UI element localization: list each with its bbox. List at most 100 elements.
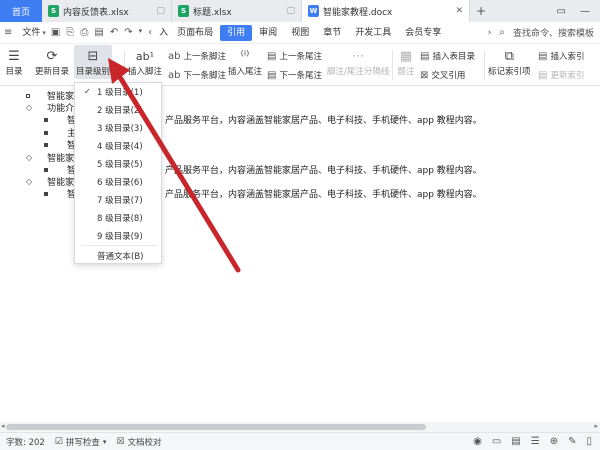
undo-icon[interactable]: ↶ bbox=[110, 27, 118, 38]
menu-page-layout[interactable]: 页面布局 bbox=[170, 25, 220, 41]
menu-references[interactable]: 引用 bbox=[220, 24, 253, 41]
toc-level-option-4[interactable]: 4 级目录(4) bbox=[75, 137, 161, 154]
web-view-icon[interactable]: ⊕ bbox=[550, 436, 558, 447]
divider bbox=[392, 50, 393, 80]
tab-xlsx-2[interactable]: S 标题.xlsx ▢ bbox=[172, 0, 302, 22]
search-command-input[interactable]: 查找命令、搜索模板 bbox=[513, 26, 594, 39]
paragraph-text: 产品服务平台，内容涵盖智能家居产品、电子科技、手机硬件、app 教程内容。 bbox=[165, 166, 482, 176]
toc-button[interactable]: ☰ 目录 bbox=[4, 47, 24, 78]
tab-docx[interactable]: W 智能家教程.docx ✕ bbox=[302, 0, 470, 22]
window-layout-icon[interactable]: ▭ bbox=[557, 6, 566, 17]
menu-bar: ≡ 文件 ▾ ▣ ⎘ ⎙ ▤ ↶ ↷ ▾ ‹ 入 页面布局 引用 审阅 视图 章… bbox=[0, 22, 600, 44]
toc-level-option-8[interactable]: 8 级目录(8) bbox=[75, 209, 161, 226]
next-endnote-button[interactable]: ▤ 下一条尾注 bbox=[267, 69, 322, 82]
normal-text-option[interactable]: 普通文本(B) bbox=[75, 247, 161, 264]
eye-icon[interactable]: ◉ bbox=[473, 436, 482, 447]
quick-access: ▣ ⎘ ⎙ ▤ ↶ ↷ ▾ ‹ bbox=[46, 27, 157, 38]
mark-index-label: 标记索引项 bbox=[488, 67, 531, 77]
new-tab-button[interactable]: + bbox=[470, 0, 492, 22]
insert-index-button[interactable]: ▤ 插入索引 bbox=[538, 50, 584, 63]
toc-level-option-9[interactable]: 9 级目录(9) bbox=[75, 227, 161, 244]
insert-endnote-button[interactable]: ⁽ⁱ⁾ 插入尾注 bbox=[228, 47, 262, 78]
footnote-separator-button[interactable]: ⋯ 脚注/尾注分隔线 bbox=[327, 47, 389, 78]
proofread-button[interactable]: ☒ 文档校对 bbox=[116, 436, 161, 448]
update-index-icon: ▤ bbox=[538, 69, 548, 81]
checkbox-checked-icon: ☑ bbox=[54, 436, 63, 447]
option-label: 9 级目录(9) bbox=[97, 231, 143, 242]
status-bar: 字数: 202 ☑ 拼写检查 ▾ ☒ 文档校对 ◉ ▭ ▤ ☰ ⊕ ✎ ▯ bbox=[0, 432, 600, 450]
menu-view[interactable]: 视图 bbox=[284, 25, 316, 41]
tab-bar: 首页 S 内容反馈表.xlsx ▢ S 标题.xlsx ▢ W 智能家教程.do… bbox=[0, 0, 600, 22]
dot-bullet-icon bbox=[44, 142, 48, 147]
tab-label: 内容反馈表.xlsx bbox=[63, 7, 129, 18]
tab-more-icon[interactable]: ▢ bbox=[156, 6, 165, 16]
scroll-right-icon[interactable]: ▸ bbox=[594, 422, 598, 430]
option-label: 6 级目录(6) bbox=[97, 177, 143, 188]
chevron-left-icon[interactable]: ‹ bbox=[148, 27, 152, 38]
menu-right: › ⌕ 查找命令、搜索模板 bbox=[488, 26, 600, 39]
toc-level-option-6[interactable]: 6 级目录(6) bbox=[75, 173, 161, 190]
caption-button[interactable]: ▦ 题注 bbox=[396, 47, 416, 78]
layout-icon[interactable]: ▭ bbox=[492, 436, 501, 447]
tab-label: 标题.xlsx bbox=[193, 7, 232, 18]
horizontal-scrollbar[interactable]: ◂ ▸ bbox=[0, 422, 600, 432]
prev-footnote-button[interactable]: ab 上一条脚注 bbox=[168, 50, 226, 63]
update-index-button[interactable]: ▤ 更新索引 bbox=[538, 69, 584, 82]
preview-icon[interactable]: ▤ bbox=[94, 27, 103, 38]
export-icon[interactable]: ⎘ bbox=[66, 27, 74, 38]
prev-endnote-button[interactable]: ▤ 上一条尾注 bbox=[267, 50, 322, 63]
mark-index-button[interactable]: ⧉ 标记索引项 bbox=[488, 47, 531, 78]
scrollbar-thumb[interactable] bbox=[6, 424, 426, 430]
menu-member[interactable]: 会员专享 bbox=[398, 25, 448, 41]
tab-xlsx-1[interactable]: S 内容反馈表.xlsx ▢ bbox=[42, 0, 172, 22]
menu-developer[interactable]: 开发工具 bbox=[348, 25, 398, 41]
update-toc-button[interactable]: ⟳ 更新目录 bbox=[35, 47, 70, 78]
reading-icon[interactable]: ▯ bbox=[586, 436, 592, 447]
toc-level-option-5[interactable]: 5 级目录(5) bbox=[75, 155, 161, 172]
option-label: 5 级目录(5) bbox=[97, 159, 143, 170]
home-tab[interactable]: 首页 bbox=[0, 0, 42, 22]
next-footnote-icon: ab bbox=[168, 69, 181, 81]
tab-label: 智能家教程.docx bbox=[323, 7, 393, 18]
toc-level-button[interactable]: ⊟ 目录级别 bbox=[74, 45, 113, 79]
dot-bullet-icon bbox=[44, 130, 48, 135]
menu-section[interactable]: 章节 bbox=[316, 25, 348, 41]
save-icon[interactable]: ▣ bbox=[51, 27, 60, 38]
square-bullet-icon bbox=[26, 93, 30, 98]
toc-level-option-2[interactable]: 2 级目录(2) bbox=[75, 101, 161, 118]
search-icon[interactable]: ⌕ bbox=[499, 27, 505, 38]
option-label: 7 级目录(7) bbox=[97, 195, 143, 206]
insert-footnote-button[interactable]: ab¹ 插入脚注 bbox=[128, 47, 162, 78]
menu-insert-tail[interactable]: 入 bbox=[157, 25, 170, 41]
spellcheck-button[interactable]: ☑ 拼写检查 ▾ bbox=[55, 436, 107, 448]
print-icon[interactable]: ⎙ bbox=[80, 27, 88, 38]
page-view-icon[interactable]: ▤ bbox=[511, 436, 520, 447]
dot-bullet-icon bbox=[44, 167, 48, 172]
edit-icon[interactable]: ✎ bbox=[568, 436, 576, 447]
menu-review[interactable]: 审阅 bbox=[252, 25, 284, 41]
prev-footnote-label: 上一条脚注 bbox=[183, 52, 226, 62]
toc-level-option-3[interactable]: 3 级目录(3) bbox=[75, 119, 161, 136]
toc-level-option-7[interactable]: 7 级目录(7) bbox=[75, 191, 161, 208]
word-count[interactable]: 字数: 202 bbox=[6, 436, 45, 448]
redo-icon[interactable]: ↷ bbox=[124, 27, 132, 38]
next-footnote-button[interactable]: ab 下一条脚注 bbox=[168, 69, 226, 82]
hamburger-icon[interactable]: ≡ bbox=[4, 27, 15, 38]
chevron-down-icon[interactable]: ▾ bbox=[139, 27, 143, 38]
status-right: ◉ ▭ ▤ ☰ ⊕ ✎ ▯ bbox=[473, 436, 600, 447]
tab-more-icon[interactable]: ▢ bbox=[286, 6, 295, 16]
refresh-icon: ⟳ bbox=[46, 48, 58, 64]
chevron-right-icon[interactable]: › bbox=[488, 28, 492, 38]
cross-ref-button[interactable]: ⊠ 交叉引用 bbox=[420, 69, 465, 82]
toc-level-option-1[interactable]: ✓ 1 级目录(1) bbox=[75, 83, 161, 100]
endnote-icon: ⁽ⁱ⁾ bbox=[240, 48, 250, 64]
separator-icon: ⋯ bbox=[351, 48, 365, 64]
scroll-left-icon[interactable]: ◂ bbox=[1, 422, 5, 430]
toc-icon: ☰ bbox=[8, 48, 20, 64]
outline-view-icon[interactable]: ☰ bbox=[531, 436, 540, 447]
minimize-icon[interactable]: — bbox=[580, 6, 590, 17]
update-toc-label: 更新目录 bbox=[35, 67, 70, 77]
insert-table-toc-button[interactable]: ▤ 插入表目录 bbox=[420, 50, 475, 63]
footnote-icon: ab¹ bbox=[135, 49, 155, 63]
close-icon[interactable]: ✕ bbox=[455, 6, 463, 16]
